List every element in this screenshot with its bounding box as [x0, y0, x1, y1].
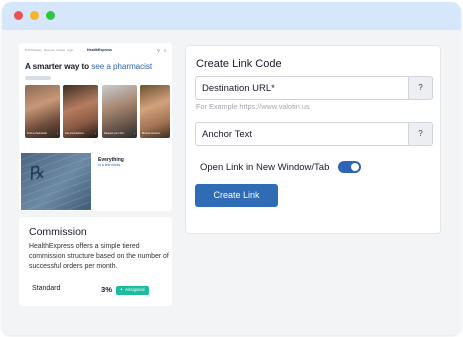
preview-tag-pill: [25, 76, 51, 80]
create-link-form: Create Link Code Destination URL* ? For …: [185, 45, 441, 234]
search-icon[interactable]: ⚲: [157, 48, 160, 53]
help-icon[interactable]: ?: [408, 77, 432, 99]
website-preview: Find Pharmacy · About Us · Contact · Log…: [19, 43, 172, 211]
headline-main: A smarter way to: [25, 62, 90, 71]
preview-headline: A smarter way to see a pharmacist: [25, 62, 152, 71]
preview-nav: Find Pharmacy · About Us · Contact · Log…: [25, 48, 167, 54]
title-bar: [2, 2, 461, 30]
preview-photo-card[interactable]: Find a pharmacist ›: [25, 85, 60, 138]
commission-title: Commission: [29, 226, 87, 238]
preview-photo-card[interactable]: Get prescriptions ›: [63, 85, 98, 138]
anchor-text-field[interactable]: Anchor Text ?: [195, 122, 433, 146]
commission-description: HealthExpress offers a simple tiered com…: [29, 243, 169, 270]
close-window-button[interactable]: [14, 11, 23, 20]
maximize-window-button[interactable]: [46, 11, 55, 20]
menu-icon[interactable]: ≡: [164, 48, 166, 53]
assigned-badge-label: Assigned: [124, 288, 145, 293]
preview-brand-logo[interactable]: HealthExpress: [87, 48, 112, 52]
carousel-dots[interactable]: ••: [91, 141, 99, 144]
destination-url-hint: For Example https://www.valotin.us: [196, 102, 310, 111]
photo-caption: Find a pharmacist: [27, 132, 47, 135]
photo-caption: Get prescriptions: [65, 132, 84, 135]
arrow-right-icon: ›: [134, 131, 135, 135]
preview-feature-subtitle: in a few clicks: [98, 163, 121, 167]
arrow-right-icon: ›: [95, 131, 96, 135]
new-window-toggle[interactable]: [338, 161, 361, 173]
arrow-right-icon: ›: [57, 131, 58, 135]
preview-photo-card[interactable]: Request your first ›: [102, 85, 137, 138]
preview-nav-links[interactable]: Find Pharmacy · About Us · Contact · Log…: [25, 49, 73, 52]
new-window-label: Open Link in New Window/Tab: [200, 162, 330, 173]
anchor-text-label: Anchor Text: [202, 129, 252, 140]
photo-caption: Request your first: [104, 132, 124, 135]
app-window: Find Pharmacy · About Us · Contact · Log…: [2, 2, 461, 335]
form-title: Create Link Code: [196, 58, 282, 70]
photo-caption: Browse services: [142, 132, 161, 135]
destination-url-label: Destination URL*: [202, 83, 275, 94]
prescription-image: ℞: [21, 153, 91, 210]
commission-card: Commission HealthExpress offers a simple…: [19, 217, 172, 306]
plus-icon: +: [120, 288, 123, 293]
assigned-badge: + Assigned: [116, 286, 149, 295]
headline-highlight: see a pharmacist: [91, 62, 153, 71]
help-icon[interactable]: ?: [408, 123, 432, 145]
destination-url-field[interactable]: Destination URL* ?: [195, 76, 433, 100]
commission-tier-percent: 3%: [101, 285, 112, 294]
toggle-knob: [351, 163, 359, 171]
commission-tier-name: Standard: [32, 285, 61, 292]
minimize-window-button[interactable]: [30, 11, 39, 20]
preview-photo-card[interactable]: Browse services: [140, 85, 170, 138]
create-link-button[interactable]: Create Link: [195, 184, 278, 207]
